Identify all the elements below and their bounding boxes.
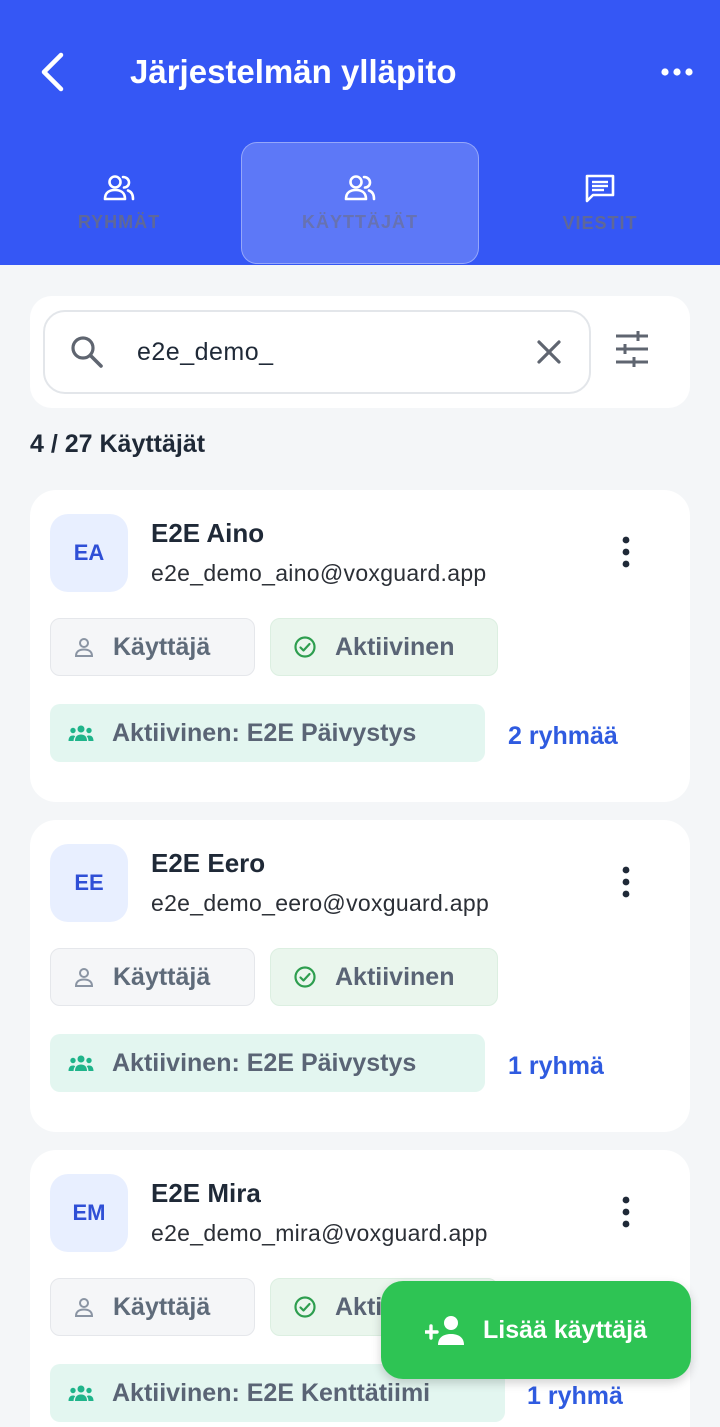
app-header: Järjestelmän ylläpito RYHMÄT KÄYTTÄJÄT V… bbox=[0, 0, 720, 265]
user-email: e2e_demo_mira@voxguard.app bbox=[151, 1220, 488, 1246]
more-vertical-icon bbox=[622, 866, 630, 898]
more-options-button[interactable] bbox=[652, 50, 702, 94]
filter-sliders-icon bbox=[616, 331, 648, 367]
group-count-link[interactable]: 1 ryhmä bbox=[527, 1382, 623, 1411]
active-group-badge: Aktiivinen: E2E Päivystys bbox=[50, 1034, 485, 1092]
people-icon bbox=[103, 174, 135, 200]
avatar: EA bbox=[50, 514, 128, 592]
status-badge: Aktiivinen bbox=[270, 618, 498, 676]
user-card[interactable]: EA E2E Aino e2e_demo_aino@voxguard.app K… bbox=[30, 490, 690, 802]
role-badge: Käyttäjä bbox=[50, 618, 255, 676]
user-card[interactable]: EE E2E Eero e2e_demo_eero@voxguard.app K… bbox=[30, 820, 690, 1132]
tab-users-label: KÄYTTÄJÄT bbox=[302, 211, 418, 232]
filter-button[interactable] bbox=[612, 330, 652, 373]
user-name: E2E Mira bbox=[151, 1178, 261, 1208]
tab-groups[interactable]: RYHMÄT bbox=[0, 142, 238, 264]
result-count: 4 / 27 Käyttäjät bbox=[30, 430, 206, 458]
person-icon bbox=[73, 1296, 95, 1318]
status-badge: Aktiivinen bbox=[270, 948, 498, 1006]
more-horizontal-icon bbox=[661, 68, 693, 76]
search-icon bbox=[69, 334, 105, 375]
search-card bbox=[30, 296, 690, 408]
more-vertical-icon bbox=[622, 1196, 630, 1228]
role-label: Käyttäjä bbox=[113, 962, 211, 991]
avatar: EM bbox=[50, 1174, 128, 1252]
search-input[interactable] bbox=[137, 330, 517, 374]
more-vertical-icon bbox=[622, 536, 630, 568]
clear-search-button[interactable] bbox=[531, 334, 567, 375]
status-label: Aktiivinen bbox=[335, 962, 455, 991]
check-circle-icon bbox=[293, 635, 317, 659]
check-circle-icon bbox=[293, 965, 317, 989]
user-email: e2e_demo_eero@voxguard.app bbox=[151, 890, 490, 916]
tab-messages-label: VIESTIT bbox=[562, 212, 638, 233]
close-icon bbox=[537, 340, 561, 364]
role-badge: Käyttäjä bbox=[50, 1278, 255, 1336]
tab-groups-label: RYHMÄT bbox=[77, 211, 161, 232]
role-badge: Käyttäjä bbox=[50, 948, 255, 1006]
add-user-label: Lisää käyttäjä bbox=[483, 1315, 647, 1344]
user-name: E2E Eero bbox=[151, 848, 266, 878]
group-icon bbox=[68, 1383, 94, 1403]
avatar: EE bbox=[50, 844, 128, 922]
group-icon bbox=[68, 1053, 94, 1073]
group-icon bbox=[68, 723, 94, 743]
status-label: Aktiivinen bbox=[335, 632, 455, 661]
tab-messages[interactable]: VIESTIT bbox=[481, 142, 719, 264]
active-group-label: Aktiivinen: E2E Päivystys bbox=[112, 718, 417, 747]
role-label: Käyttäjä bbox=[113, 1292, 211, 1321]
user-email: e2e_demo_aino@voxguard.app bbox=[151, 560, 487, 586]
tab-users[interactable]: KÄYTTÄJÄT bbox=[241, 142, 479, 264]
group-count-link[interactable]: 2 ryhmää bbox=[508, 722, 618, 751]
user-name: E2E Aino bbox=[151, 518, 265, 548]
person-add-icon bbox=[425, 1314, 469, 1346]
user-menu-button[interactable] bbox=[608, 860, 644, 904]
check-circle-icon bbox=[293, 1295, 317, 1319]
page-title: Järjestelmän ylläpito bbox=[130, 53, 457, 90]
user-menu-button[interactable] bbox=[608, 530, 644, 574]
group-count-link[interactable]: 1 ryhmä bbox=[508, 1052, 604, 1081]
search-box bbox=[43, 310, 591, 394]
person-icon bbox=[73, 966, 95, 988]
people-icon bbox=[344, 174, 376, 200]
active-group-badge: Aktiivinen: E2E Päivystys bbox=[50, 704, 485, 762]
add-user-button[interactable]: Lisää käyttäjä bbox=[381, 1281, 691, 1379]
message-icon bbox=[585, 174, 615, 202]
active-group-label: Aktiivinen: E2E Kenttätiimi bbox=[112, 1378, 431, 1407]
back-button[interactable] bbox=[28, 48, 76, 96]
chevron-left-icon bbox=[41, 52, 64, 92]
role-label: Käyttäjä bbox=[113, 632, 211, 661]
user-menu-button[interactable] bbox=[608, 1190, 644, 1234]
person-icon bbox=[73, 636, 95, 658]
active-group-label: Aktiivinen: E2E Päivystys bbox=[112, 1048, 417, 1077]
